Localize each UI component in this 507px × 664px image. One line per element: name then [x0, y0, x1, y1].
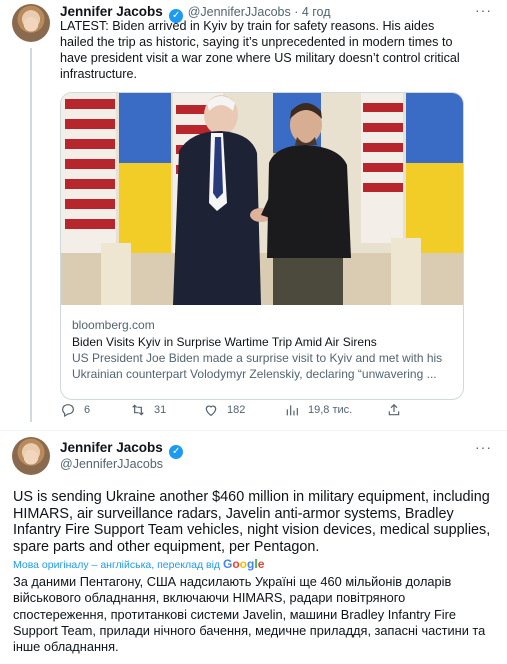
more-options-icon[interactable]: ···	[475, 439, 492, 455]
tweet-1[interactable]: Jennifer Jacobs ✓ @JenniferJJacobs · 4 г…	[0, 0, 507, 430]
tweet-2[interactable]: Jennifer Jacobs ✓ @JenniferJJacobs ··· U…	[0, 431, 507, 664]
reply-button[interactable]: 6	[60, 402, 90, 418]
google-logo: Google	[222, 557, 265, 571]
retweet-icon	[132, 404, 144, 416]
tweet-actions: 6 31 182 19,8 тис.	[60, 402, 420, 418]
more-options-icon[interactable]: ···	[475, 2, 492, 18]
retweet-count: 31	[154, 404, 167, 416]
author-name[interactable]: Jennifer Jacobs	[60, 440, 163, 455]
heart-icon	[205, 405, 217, 417]
us-flag-image	[61, 93, 116, 263]
handle-time[interactable]: @JenniferJJacobs · 4 год	[188, 5, 331, 19]
translated-text: За даними Пентагону, США надсилають Укра…	[13, 574, 486, 655]
tweet-text: LATEST: Biden arrived in Kyiv by train f…	[60, 19, 460, 81]
avatar[interactable]	[12, 4, 50, 42]
card-domain[interactable]: bloomberg.com	[72, 317, 457, 333]
reply-icon	[62, 404, 74, 418]
views-chart-icon	[286, 405, 298, 416]
link-card[interactable]: bloomberg.com Biden Visits Kyiv in Surpr…	[60, 92, 464, 400]
card-meta: bloomberg.com Biden Visits Kyiv in Surpr…	[72, 317, 457, 382]
views-button[interactable]: 19,8 тис.	[284, 402, 352, 418]
translation-note[interactable]: Мова оригіналу – англійська, переклад ві…	[13, 557, 264, 571]
share-button[interactable]	[386, 402, 402, 418]
tweet-header: Jennifer Jacobs ✓	[60, 439, 184, 459]
tweet-text: US is sending Ukraine another $460 milli…	[13, 489, 491, 555]
reply-count: 6	[84, 404, 91, 416]
author-handle[interactable]: @JenniferJJacobs	[60, 457, 163, 471]
views-count: 19,8 тис.	[308, 404, 353, 416]
card-description: US President Joe Biden made a surprise v…	[72, 350, 457, 382]
like-count: 182	[227, 404, 246, 416]
card-description-text: US President Joe Biden made a surprise v…	[72, 351, 443, 381]
translation-note-text: Мова оригіналу – англійська, переклад ві…	[13, 559, 221, 571]
thread-line	[30, 48, 32, 422]
avatar[interactable]	[12, 437, 50, 475]
like-button[interactable]: 182	[203, 402, 245, 418]
card-image	[61, 93, 463, 305]
author-name[interactable]: Jennifer Jacobs	[60, 4, 163, 19]
retweet-button[interactable]: 31	[130, 402, 166, 418]
ukraine-flag-image	[119, 93, 171, 263]
share-icon	[388, 403, 400, 416]
card-title[interactable]: Biden Visits Kyiv in Surprise Wartime Tr…	[72, 334, 457, 350]
verified-badge-icon: ✓	[169, 445, 184, 459]
